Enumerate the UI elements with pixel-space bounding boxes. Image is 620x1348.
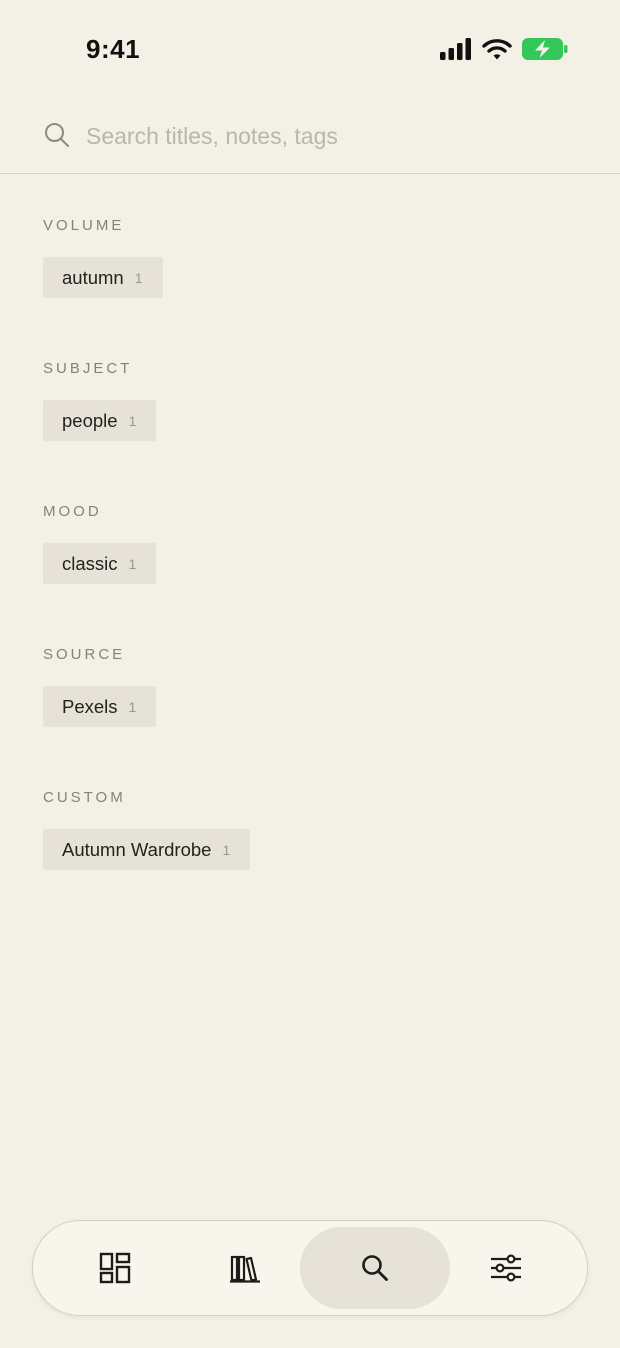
tag-group-custom: CUSTOM Autumn Wardrobe 1 xyxy=(43,788,583,931)
books-icon xyxy=(230,1255,260,1283)
wifi-icon xyxy=(482,39,512,60)
tag-group-source: SOURCE Pexels 1 xyxy=(43,645,583,788)
grid-icon xyxy=(99,1252,131,1284)
tag-chip[interactable]: Autumn Wardrobe 1 xyxy=(43,829,251,870)
tag-count: 1 xyxy=(222,841,231,858)
tag-label: Autumn Wardrobe xyxy=(62,838,212,860)
tag-group-mood: MOOD classic 1 xyxy=(43,502,583,645)
status-bar: 9:41 xyxy=(0,0,620,100)
tab-grid[interactable] xyxy=(40,1227,190,1309)
tab-bar xyxy=(32,1220,588,1316)
search-bar xyxy=(0,100,620,174)
tag-count: 1 xyxy=(134,269,143,286)
search-input[interactable] xyxy=(86,114,566,158)
battery-charging-icon xyxy=(522,38,568,60)
group-title: MOOD xyxy=(43,503,102,520)
status-icons xyxy=(440,38,568,60)
tag-label: Pexels xyxy=(62,695,118,717)
group-title: CUSTOM xyxy=(43,789,126,806)
tab-library[interactable] xyxy=(170,1227,320,1309)
tab-settings[interactable] xyxy=(431,1227,581,1309)
tag-label: people xyxy=(62,409,118,431)
status-time: 9:41 xyxy=(86,34,141,64)
tag-count: 1 xyxy=(128,698,137,715)
cellular-signal-icon xyxy=(440,38,471,60)
search-icon xyxy=(45,123,69,147)
tag-group-subject: SUBJECT people 1 xyxy=(43,359,583,502)
tag-chip[interactable]: autumn 1 xyxy=(43,257,163,298)
tag-label: autumn xyxy=(62,266,124,288)
tag-chip[interactable]: classic 1 xyxy=(43,543,157,584)
tag-groups: VOLUME autumn 1 SUBJECT people 1 MOOD cl… xyxy=(43,216,583,931)
group-title: SUBJECT xyxy=(43,360,133,377)
tag-chip[interactable]: Pexels 1 xyxy=(43,686,157,727)
tag-chip[interactable]: people 1 xyxy=(43,400,157,441)
sliders-icon xyxy=(491,1254,521,1282)
group-title: SOURCE xyxy=(43,646,126,663)
tab-search[interactable] xyxy=(300,1227,450,1309)
group-title: VOLUME xyxy=(43,217,125,234)
tag-group-volume: VOLUME autumn 1 xyxy=(43,216,583,359)
tag-count: 1 xyxy=(128,412,137,429)
tag-label: classic xyxy=(62,552,118,574)
tag-count: 1 xyxy=(128,555,137,572)
search-icon xyxy=(362,1255,388,1281)
